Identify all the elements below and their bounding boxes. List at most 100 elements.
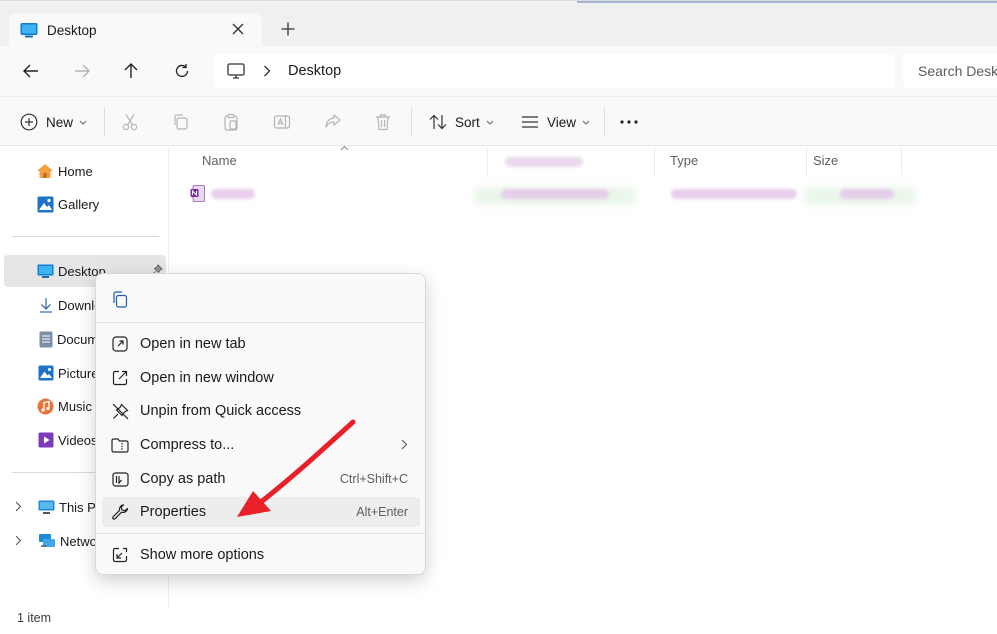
status-bar: 1 item	[0, 607, 997, 634]
title-accent-line	[577, 1, 997, 3]
network-icon	[38, 533, 56, 549]
monitor-icon	[227, 63, 245, 79]
plus-icon[interactable]	[277, 18, 299, 40]
up-arrow-icon[interactable]	[118, 58, 144, 84]
menu-divider	[96, 322, 425, 323]
date-modified-blurred	[501, 189, 609, 199]
copy-path-icon	[110, 469, 130, 489]
download-icon	[38, 297, 54, 313]
scissors-icon	[121, 113, 139, 131]
refresh-icon[interactable]	[169, 58, 195, 84]
command-bar: New Sort View	[0, 96, 997, 146]
new-label: New	[46, 114, 74, 130]
forward-arrow-icon[interactable]	[69, 58, 95, 84]
sort-label: Sort	[455, 114, 480, 130]
sidebar-item-home[interactable]: Home	[0, 155, 169, 187]
videos-icon	[38, 432, 54, 448]
plus-circle-icon	[20, 113, 38, 131]
sort-icon	[429, 114, 447, 130]
sidebar-item-label: Videos	[58, 432, 98, 448]
share-icon	[324, 113, 342, 131]
column-divider	[806, 147, 807, 175]
sidebar-item-label: Home	[58, 163, 93, 179]
tab-desktop[interactable]: Desktop	[9, 13, 262, 47]
menu-item-label: Copy as path	[140, 471, 226, 487]
pictures-icon	[38, 365, 54, 381]
address-row: Desktop Search Desktop	[0, 46, 997, 96]
open-new-window-icon	[110, 368, 130, 388]
onenote-file-icon	[190, 185, 205, 202]
menu-item-label: Open in new window	[140, 370, 274, 386]
tab-title: Desktop	[47, 22, 97, 38]
menu-divider	[96, 533, 425, 534]
clipboard-icon	[222, 113, 240, 131]
chevron-right-icon	[401, 439, 408, 450]
delete-button[interactable]	[374, 109, 392, 135]
view-label: View	[547, 114, 577, 130]
red-arrow-annotation	[237, 419, 356, 517]
sidebar-item-label: Gallery	[58, 196, 100, 212]
menu-item-label: Compress to...	[140, 437, 235, 453]
item-count: 1 item	[17, 611, 52, 625]
menu-item-open-in-new-window[interactable]: Open in new window	[102, 363, 420, 393]
chevron-right-icon[interactable]	[15, 535, 25, 547]
more-options-button[interactable]	[620, 109, 638, 135]
wrench-icon	[110, 502, 130, 522]
show-more-icon	[110, 545, 130, 565]
column-header-type[interactable]: Type	[670, 153, 698, 168]
documents-icon	[39, 331, 53, 348]
toolbar-divider	[104, 108, 105, 136]
close-icon[interactable]	[228, 19, 248, 39]
column-divider	[901, 147, 902, 175]
chevron-right-icon[interactable]	[15, 501, 25, 513]
copy-icon[interactable]	[110, 289, 130, 309]
sidebar-item-label: Music	[58, 398, 92, 414]
open-new-tab-icon	[110, 334, 130, 354]
home-icon	[36, 163, 54, 179]
computer-icon	[38, 500, 55, 515]
chevron-down-icon	[582, 120, 590, 125]
new-button[interactable]: New	[20, 109, 87, 135]
chevron-down-icon	[79, 120, 87, 125]
unpin-icon	[110, 401, 130, 421]
view-list-icon	[521, 115, 539, 129]
view-button[interactable]: View	[521, 109, 590, 135]
trash-icon	[374, 113, 392, 131]
toolbar-divider	[604, 108, 605, 136]
menu-item-label: Properties	[140, 504, 207, 520]
breadcrumb-location[interactable]: Desktop	[288, 63, 341, 79]
tab-strip: Desktop	[0, 0, 997, 47]
column-header-date-blurred[interactable]	[505, 157, 583, 167]
column-header-size[interactable]: Size	[813, 153, 838, 168]
chevron-right-icon	[263, 65, 271, 77]
file-type-blurred	[671, 189, 797, 199]
column-header-name[interactable]: Name	[202, 153, 237, 168]
toolbar-divider	[411, 108, 412, 136]
address-bar[interactable]: Desktop	[214, 54, 894, 88]
sidebar-divider	[12, 236, 159, 237]
cut-button[interactable]	[121, 109, 139, 135]
share-button[interactable]	[324, 109, 342, 135]
column-divider	[487, 147, 488, 175]
menu-item-label: Open in new tab	[140, 336, 246, 352]
rename-icon	[273, 113, 291, 131]
sort-button[interactable]: Sort	[429, 109, 494, 135]
desktop-folder-icon	[37, 264, 54, 278]
search-input[interactable]: Search Desktop	[903, 54, 997, 88]
sort-ascending-icon	[340, 145, 349, 151]
file-size-blurred	[840, 189, 894, 199]
menu-item-show-more-options[interactable]: Show more options	[102, 540, 420, 570]
menu-item-open-in-new-tab[interactable]: Open in new tab	[102, 329, 420, 359]
copy-icon	[172, 113, 190, 131]
back-arrow-icon[interactable]	[18, 58, 44, 84]
sidebar-item-gallery[interactable]: Gallery	[0, 188, 169, 220]
menu-item-label: Show more options	[140, 547, 265, 563]
table-row[interactable]	[185, 181, 921, 207]
music-icon	[37, 398, 54, 415]
paste-button[interactable]	[222, 109, 240, 135]
ellipsis-icon	[620, 120, 638, 124]
rename-button[interactable]	[273, 109, 291, 135]
copy-button[interactable]	[172, 109, 190, 135]
compress-folder-icon	[110, 435, 130, 455]
gallery-icon	[37, 196, 54, 213]
